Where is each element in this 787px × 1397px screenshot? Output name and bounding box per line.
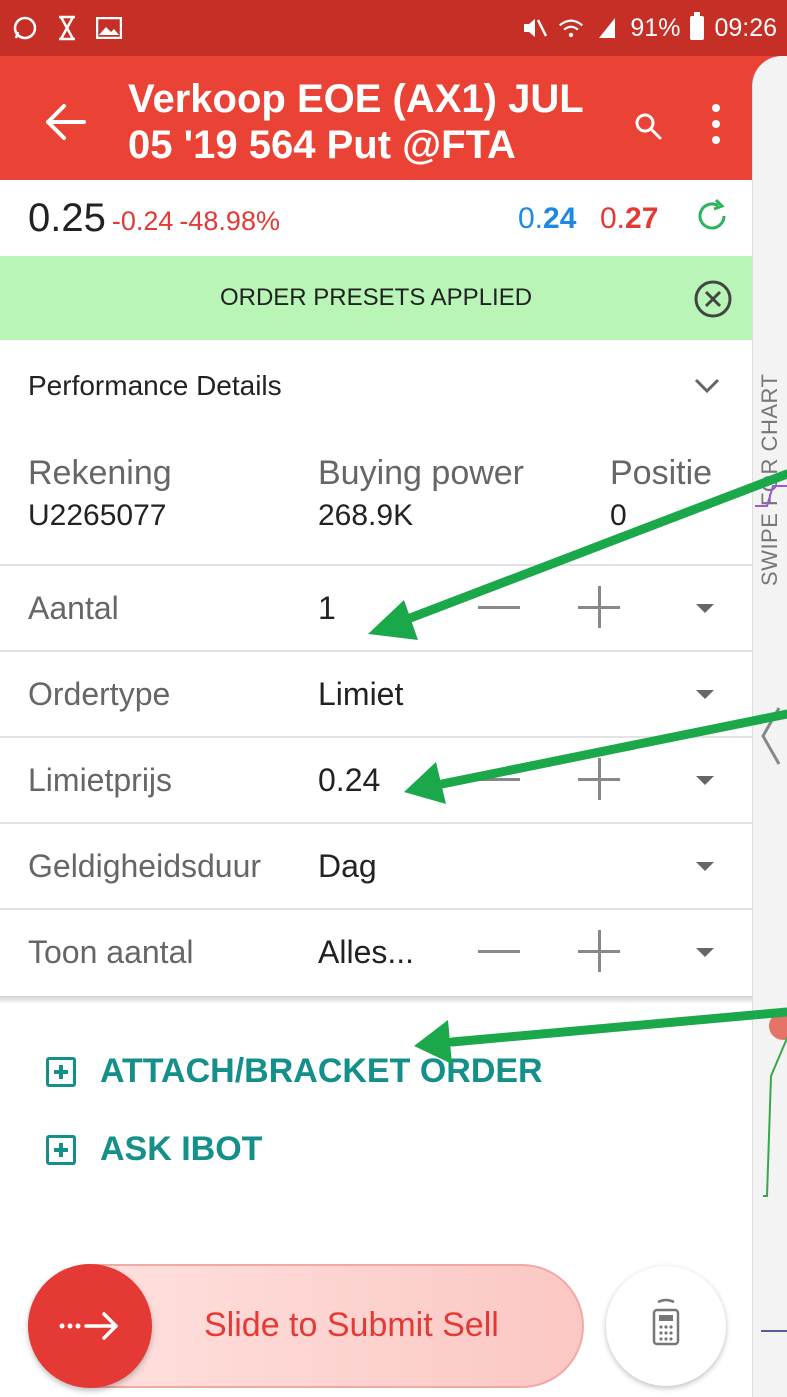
search-icon[interactable] xyxy=(632,110,664,142)
mini-chart-baseline xyxy=(761,1330,787,1332)
buying-power-column: Buying power 268.9K xyxy=(318,454,524,533)
ask-ibot-label: ASK IBOT xyxy=(100,1130,263,1168)
annotation-arrow-attach xyxy=(447,1007,787,1047)
price-change: -0.24 xyxy=(111,205,174,236)
order-presets-banner: ORDER PRESETS APPLIED xyxy=(0,256,752,340)
slider-knob[interactable] xyxy=(28,1264,152,1388)
mini-chart-area xyxy=(763,1016,787,1197)
clock: 09:26 xyxy=(714,13,777,42)
plus-box-icon xyxy=(46,1056,76,1087)
toon-aantal-row: Toon aantal Alles... xyxy=(0,910,752,996)
toon-aantal-input[interactable]: Alles... xyxy=(318,934,414,971)
app-bar: Verkoop EOE (AX1) JUL 05 '19 564 Put @FT… xyxy=(0,56,787,180)
submit-sell-slider[interactable]: Slide to Submit Sell xyxy=(28,1264,584,1388)
aantal-label: Aantal xyxy=(28,590,119,626)
quote-row: 0.25 -0.24 -48.98% 0.24 0.27 xyxy=(0,180,752,256)
toon-aantal-label: Toon aantal xyxy=(28,934,194,970)
performance-details-toggle[interactable]: Performance Details xyxy=(0,340,752,432)
dotted-arrow-icon xyxy=(59,1312,118,1340)
aantal-row: Aantal 1 xyxy=(0,566,752,652)
buying-power-value: 268.9K xyxy=(318,499,414,532)
title-line-1: Verkoop EOE (AX1) JUL xyxy=(128,77,584,121)
chevron-down-icon xyxy=(692,370,722,400)
positie-value: 0 xyxy=(610,499,627,532)
account-summary: Rekening U2265077 Buying power 268.9K Po… xyxy=(0,432,752,566)
limietprijs-label: Limietprijs xyxy=(28,762,173,798)
hourglass-icon xyxy=(54,15,80,41)
title-line-2: 05 '19 564 Put @FTA xyxy=(128,123,516,167)
limietprijs-row: Limietprijs 0.24 xyxy=(0,738,752,824)
ordertype-label: Ordertype xyxy=(28,676,171,712)
close-circle-icon[interactable] xyxy=(692,278,734,320)
geldigheidsduur-label: Geldigheidsduur xyxy=(28,848,262,884)
rekening-value: U2265077 xyxy=(28,499,167,532)
slider-label: Slide to Submit Sell xyxy=(204,1306,499,1344)
price-change-percent: -48.98% xyxy=(179,205,280,236)
positie-label: Positie xyxy=(610,454,713,492)
more-vert-icon[interactable] xyxy=(700,100,732,148)
performance-details-label: Performance Details xyxy=(28,370,282,401)
decrement-button[interactable] xyxy=(478,606,520,609)
aantal-input[interactable]: 1 xyxy=(318,590,336,627)
back-arrow-icon[interactable] xyxy=(38,94,94,150)
attach-bracket-order-button[interactable]: ATTACH/BRACKET ORDER xyxy=(46,1052,543,1091)
positie-column: Positie 0 xyxy=(610,454,712,533)
image-icon xyxy=(96,15,122,41)
banner-text: ORDER PRESETS APPLIED xyxy=(219,284,533,311)
ask-price: 0.27 xyxy=(600,202,659,235)
signal-icon xyxy=(594,15,620,41)
last-price: 0.25 xyxy=(28,195,106,240)
limietprijs-input[interactable]: 0.24 xyxy=(318,762,380,799)
dropdown-caret-icon[interactable] xyxy=(696,862,714,871)
page-title: Verkoop EOE (AX1) JUL 05 '19 564 Put @FT… xyxy=(128,76,608,168)
status-bar: 91% 09:26 xyxy=(0,0,787,56)
increment-button[interactable] xyxy=(578,930,620,972)
geldigheidsduur-select[interactable]: Dag xyxy=(318,848,377,885)
plus-box-icon xyxy=(46,1134,76,1165)
attach-bracket-order-label: ATTACH/BRACKET ORDER xyxy=(100,1052,543,1090)
account-column: Rekening U2265077 xyxy=(28,454,172,533)
refresh-icon[interactable] xyxy=(692,196,732,236)
dropdown-caret-icon[interactable] xyxy=(696,604,714,613)
whatsapp-icon xyxy=(12,15,38,41)
form-divider-shadow xyxy=(0,996,752,1004)
ordertype-select[interactable]: Limiet xyxy=(318,676,403,713)
rekening-label: Rekening xyxy=(28,454,172,492)
dropdown-caret-icon[interactable] xyxy=(696,690,714,699)
dropdown-caret-icon[interactable] xyxy=(696,776,714,785)
chart-swipe-panel[interactable]: SWIPE FOR CHART xyxy=(752,56,787,1397)
increment-button[interactable] xyxy=(578,758,620,800)
increment-button[interactable] xyxy=(578,586,620,628)
calculator-button[interactable] xyxy=(606,1266,726,1386)
mini-chart-line xyxy=(755,485,787,507)
buying-power-label: Buying power xyxy=(318,454,525,492)
wifi-icon xyxy=(558,15,584,41)
battery-icon xyxy=(690,12,705,40)
ordertype-row[interactable]: Ordertype Limiet xyxy=(0,652,752,738)
swipe-for-chart-label: SWIPE FOR CHART xyxy=(757,373,782,586)
decrement-button[interactable] xyxy=(478,778,520,781)
geldigheidsduur-row[interactable]: Geldigheidsduur Dag xyxy=(0,824,752,910)
mute-icon xyxy=(522,15,548,41)
calculator-icon xyxy=(652,1298,680,1346)
bid-price: 0.24 xyxy=(518,202,577,235)
decrement-button[interactable] xyxy=(478,950,520,953)
battery-percent: 91% xyxy=(630,13,681,42)
dropdown-caret-icon[interactable] xyxy=(696,948,714,957)
ask-ibot-button[interactable]: ASK IBOT xyxy=(46,1130,262,1169)
chevron-left-icon xyxy=(759,706,783,778)
